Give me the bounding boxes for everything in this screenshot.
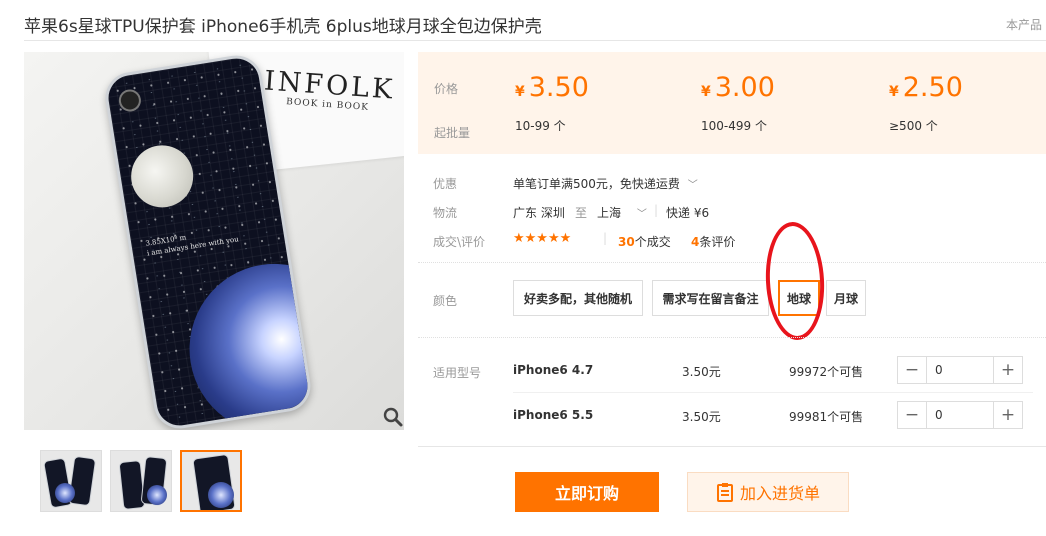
separator: | <box>603 231 608 245</box>
model-stock: 99981个可售 <box>789 410 864 424</box>
shipping-fee: 快递 ¥6 <box>666 206 710 220</box>
rating-stars: ★★★★★ <box>513 231 572 246</box>
clipboard-icon <box>716 483 733 502</box>
model-row: iPhone6 4.7 3.50元 99972个可售 − 0 + <box>418 348 1046 393</box>
deals-count: 30 <box>618 235 635 249</box>
separator: | <box>654 203 659 217</box>
model-price: 3.50元 <box>682 365 721 379</box>
tier-range: 10-99 个 <box>515 119 566 133</box>
ship-from: 广东 深圳 <box>513 206 565 220</box>
color-option-random[interactable]: 好卖多配，其他随机 <box>513 280 643 316</box>
minus-button[interactable]: − <box>898 402 926 428</box>
tier-price: 3.00 <box>714 72 775 103</box>
currency-symbol: ¥ <box>701 84 711 100</box>
color-option-note[interactable]: 需求写在留言备注 <box>652 280 769 316</box>
add-to-list-label: 加入进货单 <box>739 484 820 503</box>
price-tier-2: ¥3.00 100-499 个 <box>701 72 775 134</box>
price-panel: 价格 起批量 ¥3.50 10-99 个 ¥3.00 100-499 个 ¥2.… <box>418 52 1046 154</box>
ship-to: 上海 <box>597 206 622 220</box>
add-to-list-button[interactable]: 加入进货单 <box>687 472 849 512</box>
zoom-icon[interactable] <box>382 406 404 428</box>
chevron-down-icon: ﹀ <box>636 209 647 220</box>
quantity-stepper: − 0 + <box>897 356 1023 384</box>
deals-text: 个成交 <box>634 235 671 249</box>
price-tier-1: ¥3.50 10-99 个 <box>515 72 589 134</box>
model-name: iPhone6 5.5 <box>513 408 594 422</box>
tier-range: 100-499 个 <box>701 119 767 133</box>
thumbnail-1[interactable] <box>40 450 102 512</box>
reviews-link[interactable]: 4条评价 <box>691 233 735 250</box>
tier-range: ≥500 个 <box>889 119 938 133</box>
quantity-input[interactable]: 0 <box>926 357 994 383</box>
logistics-label: 物流 <box>433 206 458 220</box>
model-name: iPhone6 4.7 <box>513 363 594 377</box>
buy-now-button[interactable]: 立即订购 <box>515 472 659 512</box>
promo-label: 优惠 <box>433 177 458 191</box>
to-word: 至 <box>575 206 588 220</box>
promo-value: 单笔订单满500元，免快递运费 <box>513 177 680 191</box>
model-row: iPhone6 5.5 3.50元 99981个可售 − 0 + <box>418 393 1046 438</box>
price-tier-3: ¥2.50 ≥500 个 <box>889 72 963 134</box>
model-stock: 99972个可售 <box>789 365 864 379</box>
reviews-text: 条评价 <box>699 235 736 249</box>
quantity-stepper: − 0 + <box>897 401 1023 429</box>
price-label: 价格 <box>434 82 459 96</box>
tier-price: 2.50 <box>902 72 963 103</box>
promo-dropdown[interactable]: 单笔订单满500元，免快递运费 ﹀ <box>513 175 698 192</box>
plus-button[interactable]: + <box>994 402 1022 428</box>
ship-to-select[interactable]: 上海 ﹀ <box>597 204 647 221</box>
batch-label: 起批量 <box>434 126 471 140</box>
quantity-input[interactable]: 0 <box>926 402 994 428</box>
section-divider <box>418 262 1046 263</box>
tier-price: 3.50 <box>528 72 589 103</box>
product-title: 苹果6s星球TPU保护套 iPhone6手机壳 6plus地球月球全包边保护壳 <box>24 17 542 37</box>
section-divider <box>418 446 1046 447</box>
side-note: 本产品 <box>1006 18 1043 32</box>
section-divider <box>418 337 1046 338</box>
thumbnail-2[interactable] <box>110 450 172 512</box>
thumbnail-3-selected[interactable] <box>180 450 242 512</box>
title-divider <box>24 40 1046 41</box>
currency-symbol: ¥ <box>889 84 899 100</box>
color-label: 颜色 <box>433 294 458 308</box>
currency-symbol: ¥ <box>515 84 525 100</box>
model-price: 3.50元 <box>682 410 721 424</box>
color-option-moon[interactable]: 月球 <box>826 280 866 316</box>
plus-button[interactable]: + <box>994 357 1022 383</box>
color-option-earth[interactable]: 地球 <box>778 280 820 316</box>
main-product-image[interactable]: INFOLK BOOK in BOOK 3.85X10⁸ m i am alwa… <box>24 52 404 430</box>
rating-label: 成交\评价 <box>433 235 486 249</box>
deals-link[interactable]: 30个成交 <box>618 233 671 250</box>
thumbnail-strip <box>40 450 242 512</box>
minus-button[interactable]: − <box>898 357 926 383</box>
chevron-down-icon: ﹀ <box>687 180 698 191</box>
